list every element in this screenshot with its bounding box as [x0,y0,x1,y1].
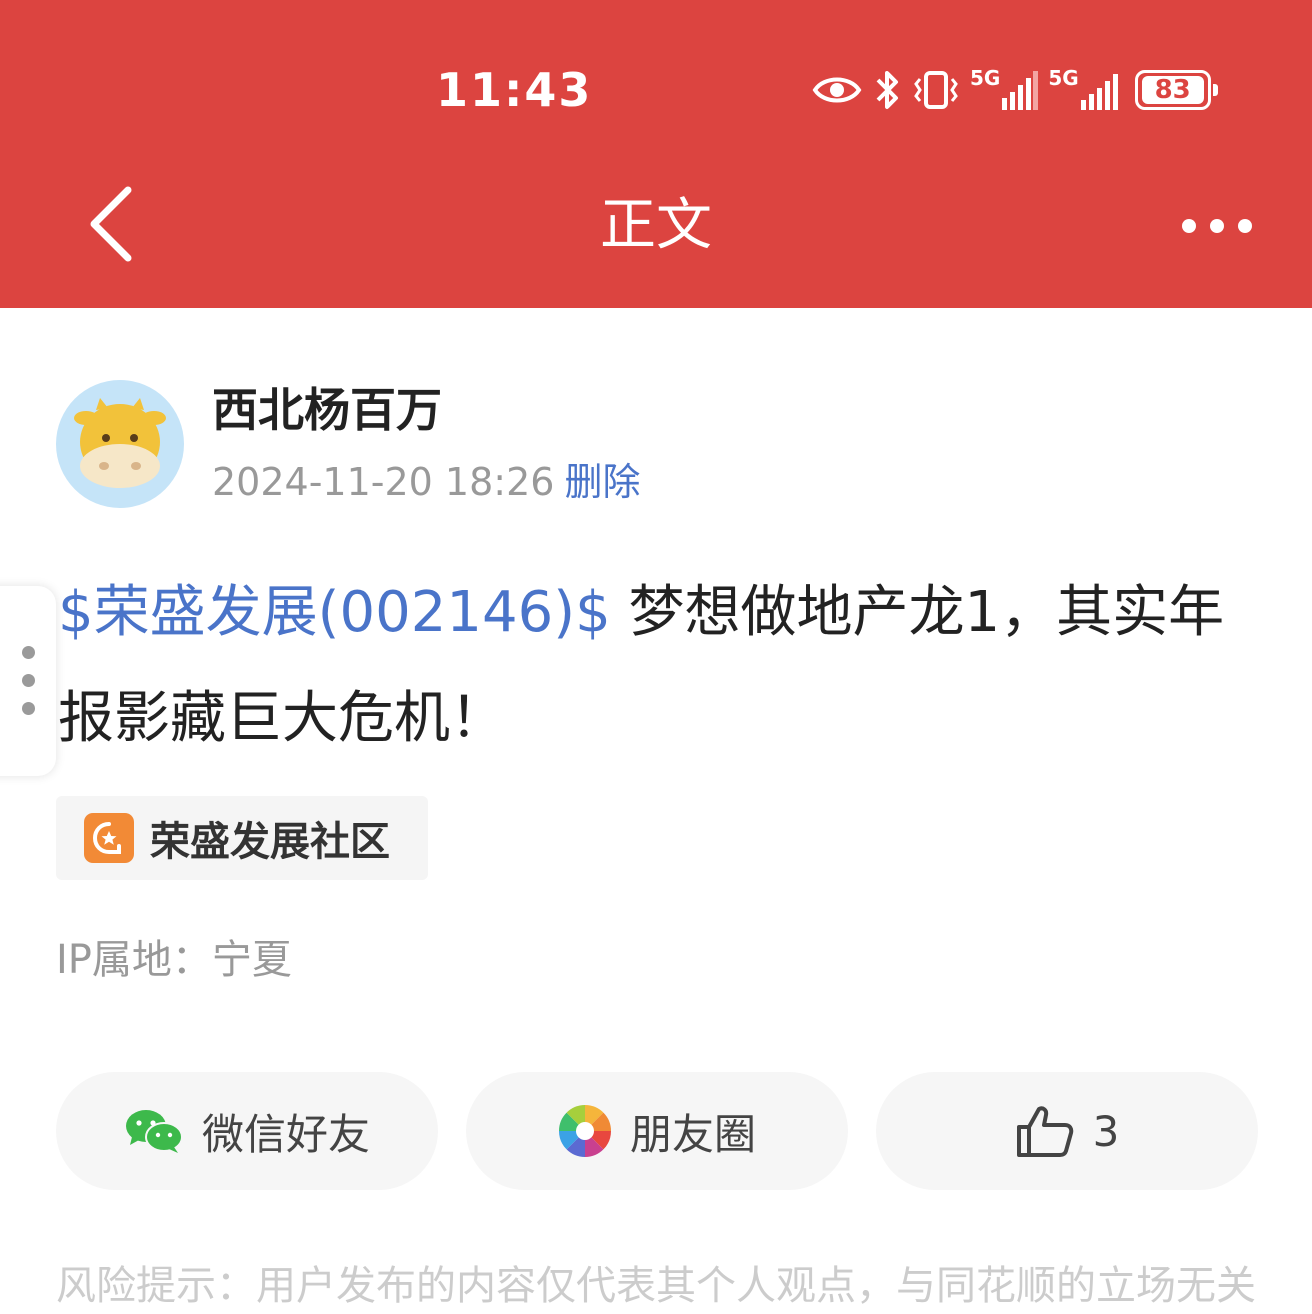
share-wechat-button[interactable]: 微信好友 [56,1072,438,1190]
thumbs-up-icon [1016,1106,1073,1157]
post-content: $荣盛发展(002146)$ 梦想做地产龙1，其实年报影藏巨大危机！ [58,560,1278,772]
signal-icon [1080,74,1118,110]
battery-icon: 83 [1134,70,1218,110]
handle-dot-icon [22,702,35,715]
bluetooth-icon [876,71,898,109]
share-moments-button[interactable]: 朋友圈 [466,1072,848,1190]
more-dot-icon [1238,219,1252,233]
back-button[interactable] [78,182,148,266]
community-star-icon [84,813,134,863]
risk-tip-text: 风险提示：用户发布的内容仅代表其个人观点，与同花顺的立场无关 [56,1263,1256,1309]
author-name[interactable]: 西北杨百万 [212,380,442,440]
like-button[interactable]: 3 [876,1072,1258,1190]
page-title: 正文 [600,193,712,258]
handle-dot-icon [22,674,35,687]
app-header: 11:43 5G 5G 83 正文 [0,0,1312,308]
eye-icon [812,77,862,103]
more-options-button[interactable] [1172,206,1262,246]
community-label: 荣盛发展社区 [150,819,390,865]
share-moments-label: 朋友圈 [629,1109,756,1159]
community-chip[interactable]: 荣盛发展社区 [56,796,428,880]
like-count: 3 [1092,1106,1120,1156]
signal-icon [1002,71,1039,110]
more-dot-icon [1210,219,1224,233]
moments-aperture-icon [558,1105,611,1157]
ip-location: IP属地：宁夏 [56,937,292,983]
status-icons: 5G 5G 83 [812,62,1221,118]
network-2-indicator: 5G [1048,68,1124,112]
post-meta: 2024-11-20 18:26 删除 [212,456,640,508]
chevron-left-icon [90,186,132,262]
handle-dot-icon [22,646,35,659]
wechat-icon [125,1110,183,1153]
author-avatar[interactable] [56,380,184,508]
delete-link[interactable]: 删除 [564,460,640,504]
network-1-indicator: 5G [970,68,1039,112]
vibrate-icon [914,71,958,109]
share-wechat-label: 微信好友 [201,1109,370,1159]
cow-avatar-icon [74,398,166,488]
share-action-row: 微信好友 朋友圈 3 [56,1072,1258,1190]
status-time: 11:43 [436,63,593,117]
side-floating-handle[interactable] [0,586,56,776]
post-time: 2024-11-20 18:26 [212,460,555,504]
more-dot-icon [1182,219,1196,233]
stock-tag-link[interactable]: $荣盛发展(002146)$ [58,580,611,645]
battery-level: 83 [1141,76,1204,104]
